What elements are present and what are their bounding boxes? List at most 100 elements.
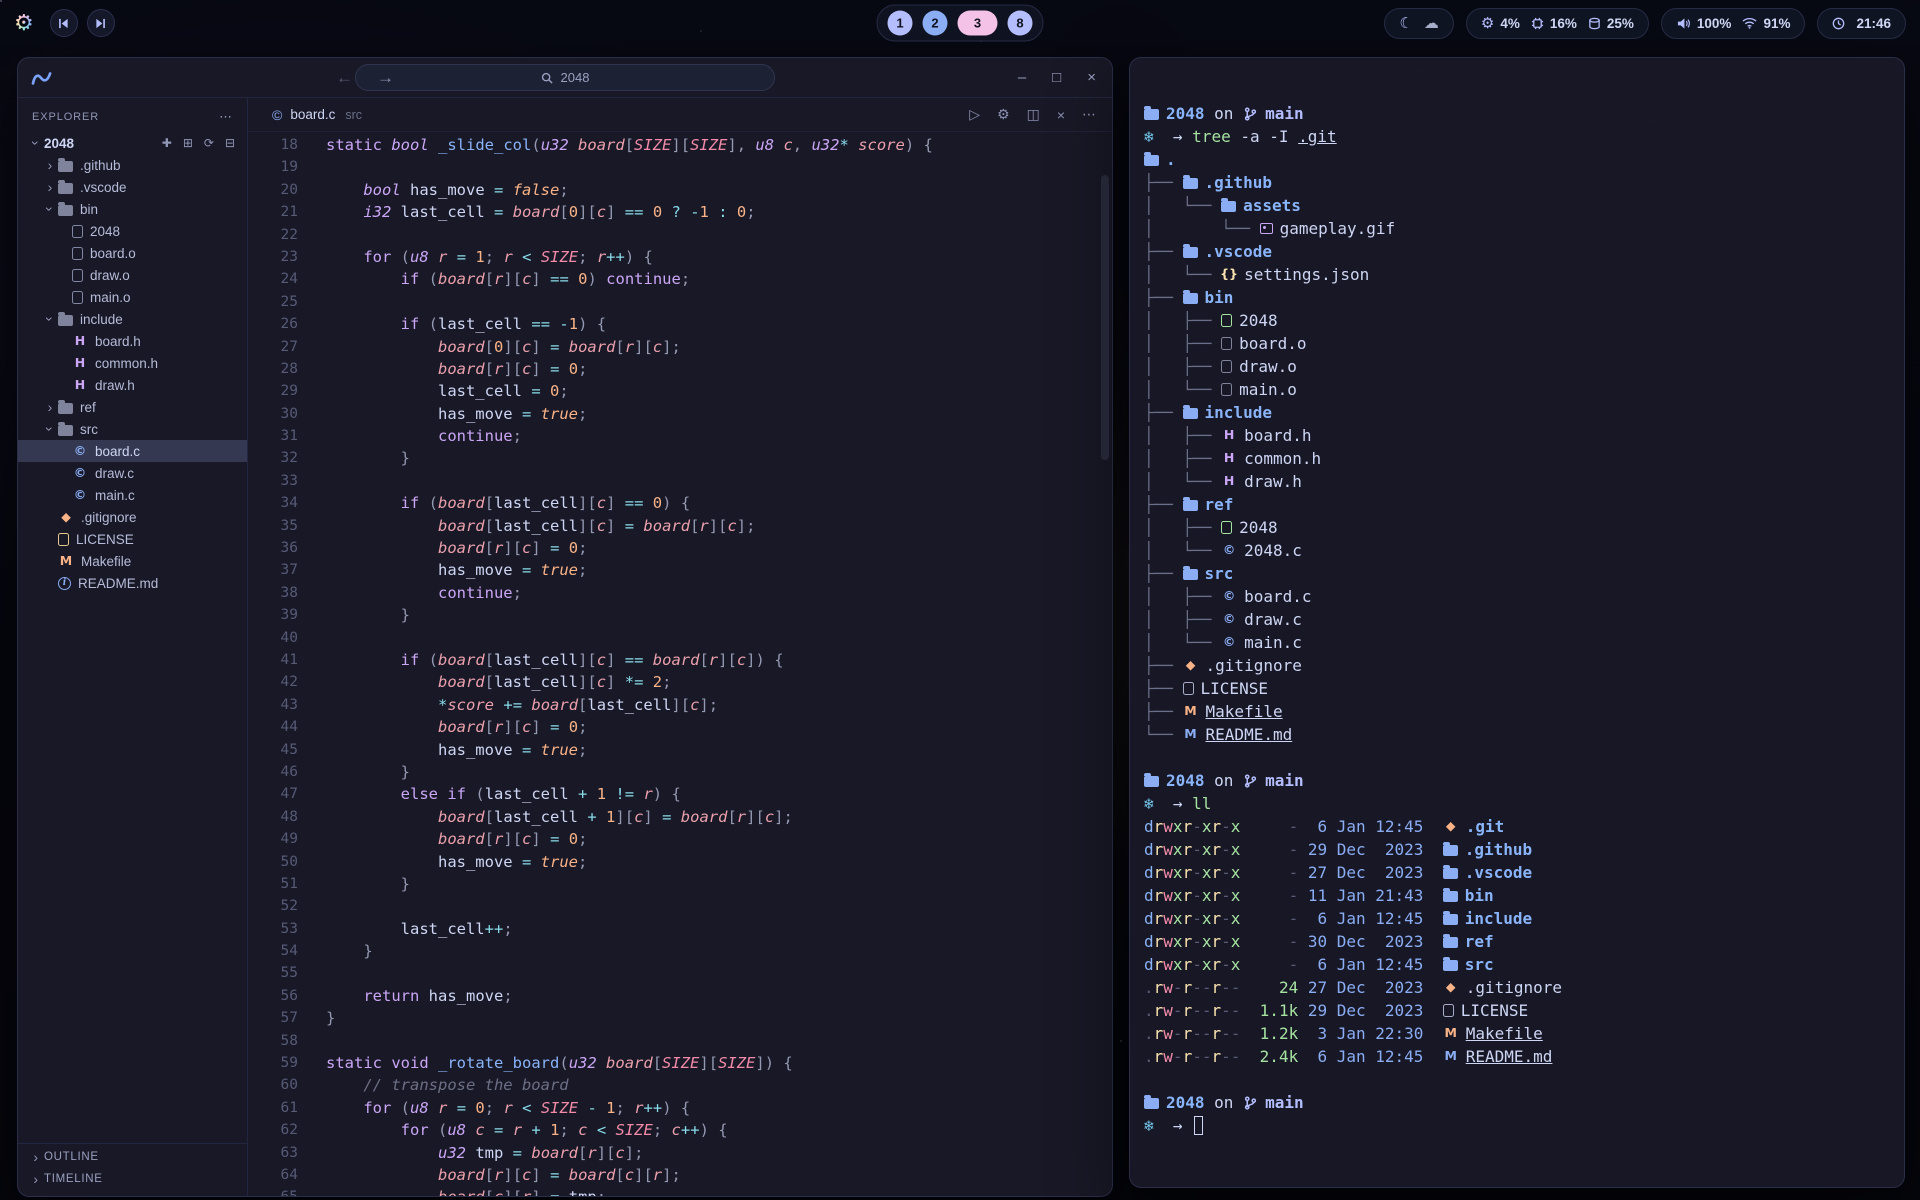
explorer-item-README.md[interactable]: iREADME.md: [18, 572, 247, 594]
explorer-item-2048[interactable]: 2048: [18, 220, 247, 242]
more-button[interactable]: ⋯: [1082, 106, 1096, 123]
code-token: (: [429, 270, 438, 288]
settings-button[interactable]: ⚙: [997, 106, 1010, 123]
code-token: [615, 651, 624, 669]
explorer-item-board.o[interactable]: board.o: [18, 242, 247, 264]
code-token: [765, 651, 774, 669]
explorer-root-row[interactable]: ›2048✚⊞⟳⊟: [18, 132, 247, 154]
explorer-item-bin[interactable]: ›bin: [18, 198, 247, 220]
explorer-item-board.h[interactable]: Hboard.h: [18, 330, 247, 352]
terminal-line-tree: │ ├── draw.o: [1144, 355, 1904, 378]
code-token: {: [597, 315, 606, 333]
code-token: =: [559, 270, 568, 288]
explorer-bottom-panels: ›OUTLINE›TIMELINE: [18, 1143, 247, 1196]
folder-icon: [1183, 500, 1198, 511]
folder-icon: [1144, 109, 1159, 120]
file-size: -: [1260, 907, 1299, 930]
explorer-item-draw.c[interactable]: ©draw.c: [18, 462, 247, 484]
explorer-item-.github[interactable]: ›.github: [18, 154, 247, 176]
workspace-button-2[interactable]: 2: [923, 11, 948, 36]
panel-label: OUTLINE: [44, 1151, 99, 1163]
code-token: [569, 785, 578, 803]
explorer-item-.gitignore[interactable]: ◆.gitignore: [18, 506, 247, 528]
new-file-icon[interactable]: ✚: [162, 136, 172, 150]
split-editor-button[interactable]: ◫: [1027, 106, 1040, 123]
workspace-button-1[interactable]: 1: [888, 11, 913, 36]
explorer-item-draw.o[interactable]: draw.o: [18, 264, 247, 286]
close-button[interactable]: ×: [1087, 69, 1096, 86]
nav-back-icon[interactable]: ←: [336, 68, 353, 88]
code-line: 56 return has_move;: [248, 985, 1112, 1007]
command-search-input[interactable]: 2048: [355, 64, 775, 91]
refresh-icon[interactable]: ⟳: [204, 136, 214, 150]
explorer-item-include[interactable]: ›include: [18, 308, 247, 330]
code-token: ;: [513, 427, 522, 445]
explorer-item-src[interactable]: ›src: [18, 418, 247, 440]
perm-char: d: [1144, 909, 1154, 928]
s-plain: [1240, 907, 1259, 930]
close-button[interactable]: ×: [1057, 107, 1065, 123]
explorer-item-.vscode[interactable]: ›.vscode: [18, 176, 247, 198]
nav-forward-icon[interactable]: →: [377, 68, 394, 88]
folder-open-icon: [58, 315, 73, 326]
tab-board-c[interactable]: © board.c src: [272, 107, 362, 123]
s-plain: [1240, 1022, 1259, 1045]
code-text: board[0][c] = board[r][c];: [298, 336, 681, 358]
explorer-item-ref[interactable]: ›ref: [18, 396, 247, 418]
explorer-item-board.c[interactable]: ©board.c: [18, 440, 247, 462]
code-token: [643, 651, 652, 669]
explorer-item-common.h[interactable]: Hcommon.h: [18, 352, 247, 374]
code-token: ;: [784, 808, 793, 826]
code-text: [298, 291, 326, 313]
code-token: =: [494, 1121, 503, 1139]
code-token: r: [699, 517, 708, 535]
explorer-item-main.c[interactable]: ©main.c: [18, 484, 247, 506]
explorer-item-LICENSE[interactable]: LICENSE: [18, 528, 247, 550]
explorer-item-main.o[interactable]: main.o: [18, 286, 247, 308]
code-editor[interactable]: 18static bool _slide_col(u32 board[SIZE]…: [248, 132, 1112, 1196]
file-size: 24: [1260, 976, 1299, 999]
skip-forward-button[interactable]: [87, 9, 115, 37]
perm-char: x: [1231, 840, 1241, 859]
explorer-item-Makefile[interactable]: MMakefile: [18, 550, 247, 572]
code-text: for (u8 c = r + 1; c < SIZE; c++) {: [298, 1119, 728, 1141]
panel-timeline[interactable]: ›TIMELINE: [18, 1168, 247, 1190]
run-button[interactable]: ▷: [969, 106, 980, 123]
memory-value: 16%: [1550, 16, 1577, 31]
explorer-more-icon[interactable]: ⋯: [219, 109, 233, 125]
scrollbar-thumb[interactable]: [1101, 175, 1109, 460]
terminal-line-ll: .rw-r--r-- 2.4k 6 Jan 12:45 MREADME.md: [1144, 1045, 1904, 1068]
explorer-item-draw.h[interactable]: Hdraw.h: [18, 374, 247, 396]
code-token: [326, 338, 438, 356]
minimize-button[interactable]: –: [1018, 69, 1026, 86]
terminal-cursor[interactable]: [1194, 1116, 1203, 1135]
new-folder-icon[interactable]: ⊞: [183, 136, 193, 150]
code-token: *: [839, 136, 848, 154]
code-token: [326, 517, 438, 535]
code-token: [: [727, 808, 736, 826]
disk-stat: 25%: [1588, 16, 1634, 31]
code-token: -: [690, 203, 699, 221]
code-token: =: [494, 203, 503, 221]
chevron-icon: ›: [42, 157, 58, 173]
code-token: [326, 718, 438, 736]
permissions: drwxr-xr-x: [1144, 815, 1240, 838]
perm-char: r: [1154, 909, 1164, 928]
terminal-content[interactable]: 2048 on main❄ → tree -a -I .git.├── .git…: [1144, 102, 1904, 1173]
code-token: [: [513, 270, 522, 288]
workspace-button-8[interactable]: 8: [1008, 11, 1033, 36]
system-menu-icon[interactable]: ⚙: [14, 12, 34, 34]
code-text: board[r][c] = 0;: [298, 828, 587, 850]
workspace-button-3[interactable]: 3: [958, 11, 998, 36]
code-token: [559, 360, 568, 378]
panel-outline[interactable]: ›OUTLINE: [18, 1146, 247, 1168]
maximize-button[interactable]: □: [1052, 69, 1061, 86]
objfile-icon: [1221, 360, 1232, 373]
code-token: ;: [671, 1166, 680, 1184]
skip-back-button[interactable]: [50, 9, 78, 37]
code-token: c: [765, 808, 774, 826]
tree-entry-name: include: [1205, 401, 1272, 424]
line-number: 26: [248, 313, 298, 335]
code-token: [541, 270, 550, 288]
collapse-all-icon[interactable]: ⊟: [225, 136, 235, 150]
